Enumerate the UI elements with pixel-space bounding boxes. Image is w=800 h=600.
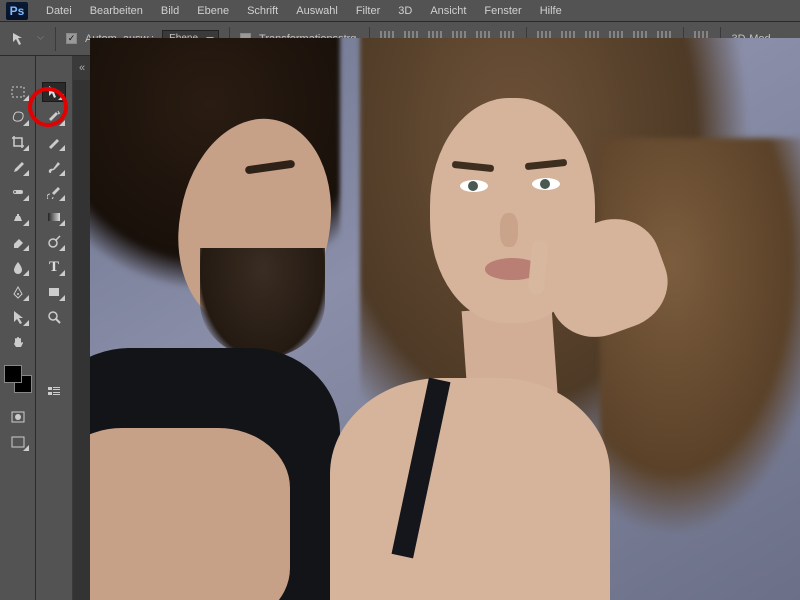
menu-filter[interactable]: Filter — [348, 3, 388, 19]
brush-tool[interactable] — [42, 157, 66, 177]
path-select-tool[interactable] — [6, 307, 30, 327]
menu-auswahl[interactable]: Auswahl — [288, 3, 346, 19]
quick-mask-toggle[interactable] — [6, 407, 30, 427]
marquee-tool[interactable] — [6, 82, 30, 102]
move-tool[interactable] — [42, 82, 66, 102]
menu-schrift[interactable]: Schrift — [239, 3, 286, 19]
menu-ansicht[interactable]: Ansicht — [422, 3, 474, 19]
image-content — [300, 38, 800, 598]
menu-hilfe[interactable]: Hilfe — [532, 3, 570, 19]
menu-ebene[interactable]: Ebene — [189, 3, 237, 19]
zoom-tool[interactable] — [42, 307, 66, 327]
dodge-tool[interactable] — [42, 232, 66, 252]
tool-preset-dropdown-icon[interactable] — [37, 33, 43, 39]
slice-tool[interactable] — [42, 132, 66, 152]
document-canvas[interactable] — [90, 38, 800, 600]
blur-tool[interactable] — [6, 257, 30, 277]
lasso-tool[interactable] — [6, 107, 30, 127]
move-tool-icon — [10, 30, 28, 48]
screen-mode-toggle[interactable] — [6, 432, 30, 452]
magic-wand-tool[interactable] — [42, 107, 66, 127]
color-swatches[interactable] — [4, 365, 32, 393]
toolbox-column-right: T — [36, 56, 72, 600]
menu-datei[interactable]: Datei — [38, 3, 80, 19]
menu-bild[interactable]: Bild — [153, 3, 187, 19]
menu-fenster[interactable]: Fenster — [476, 3, 529, 19]
toolbox: T — [0, 56, 73, 600]
shape-tool[interactable] — [42, 282, 66, 302]
toolbox-column-left — [0, 56, 36, 600]
menu-bearbeiten[interactable]: Bearbeiten — [82, 3, 151, 19]
gradient-tool[interactable] — [42, 207, 66, 227]
menu-bar: Ps Datei Bearbeiten Bild Ebene Schrift A… — [0, 0, 800, 22]
crop-tool[interactable] — [6, 132, 30, 152]
app-logo: Ps — [6, 2, 28, 20]
pen-tool[interactable] — [6, 282, 30, 302]
history-brush-tool[interactable] — [42, 182, 66, 202]
auto-select-checkbox[interactable] — [66, 33, 77, 44]
eraser-tool[interactable] — [6, 232, 30, 252]
clone-stamp-tool[interactable] — [6, 207, 30, 227]
separator — [55, 27, 56, 51]
type-tool[interactable]: T — [42, 257, 66, 277]
healing-brush-tool[interactable] — [6, 182, 30, 202]
foreground-swatch[interactable] — [4, 365, 22, 383]
eyedropper-tool[interactable] — [6, 157, 30, 177]
edit-toolbar-icon[interactable] — [42, 381, 66, 401]
menu-3d[interactable]: 3D — [390, 3, 420, 19]
hand-tool[interactable] — [6, 332, 30, 352]
